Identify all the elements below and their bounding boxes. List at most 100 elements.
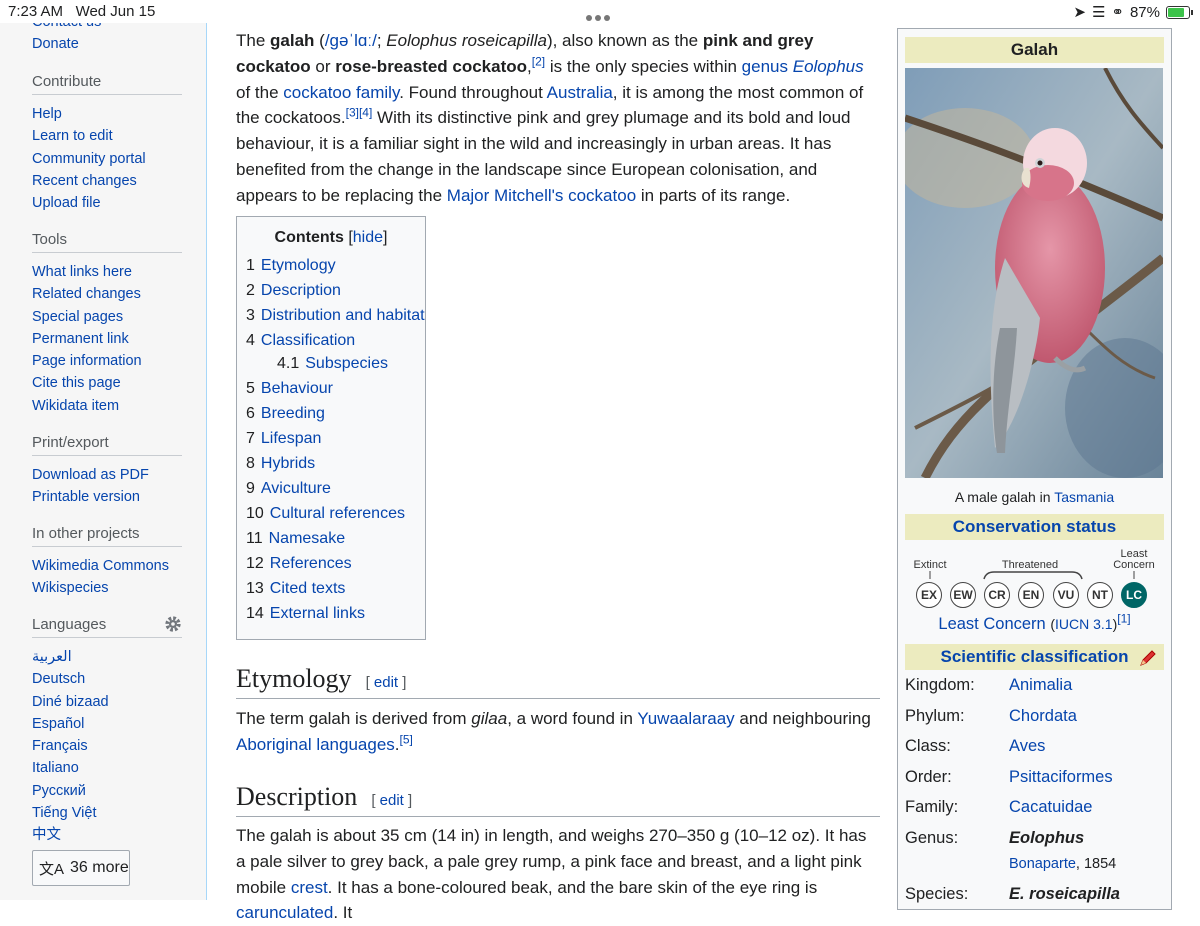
galah-photo[interactable] <box>905 68 1163 478</box>
language-link-8[interactable]: 中文 <box>32 824 206 846</box>
conservation-status-text: Least Concern (IUCN 3.1)[1] <box>938 611 1131 634</box>
language-link-1[interactable]: Deutsch <box>32 668 206 690</box>
cs-cr-badge[interactable]: CR <box>984 582 1010 608</box>
sidebar-item-contribute-1[interactable]: Learn to edit <box>32 125 206 147</box>
conservation-status-heading[interactable]: Conservation status <box>905 514 1164 540</box>
cs-en-badge[interactable]: EN <box>1018 582 1044 608</box>
edit-description-link[interactable]: edit <box>380 792 404 809</box>
toc-item[interactable]: 3 Distribution and habitat <box>246 307 425 325</box>
etymology-paragraph: The term galah is derived from gilaa, a … <box>236 709 871 754</box>
cs-ex-badge[interactable]: EX <box>916 582 942 608</box>
genus-link[interactable]: genus <box>742 57 788 76</box>
sidebar-item-tools-2[interactable]: Special pages <box>32 306 206 328</box>
languages-heading: Languages <box>32 616 182 638</box>
toc-item[interactable]: 12 References <box>246 555 352 573</box>
contribute-heading: Contribute <box>32 73 182 95</box>
infobox-title: Galah <box>905 37 1164 63</box>
sidebar-item-tools-6[interactable]: Wikidata item <box>32 395 206 417</box>
ref-5[interactable]: [5] <box>400 732 413 746</box>
sidebar-item-tools-1[interactable]: Related changes <box>32 283 206 305</box>
status-time: 7:23 AM Wed Jun 15 <box>8 3 156 20</box>
toc-item[interactable]: 14 External links <box>246 605 365 623</box>
language-link-7[interactable]: Tiếng Việt <box>32 802 206 824</box>
toc-item[interactable]: 5 Behaviour <box>246 380 333 398</box>
ref-2[interactable]: [2] <box>532 54 545 68</box>
least-concern-link[interactable]: Least Concern <box>938 615 1045 633</box>
toc-item[interactable]: 1 Etymology <box>246 257 336 275</box>
sidebar-item-tools-4[interactable]: Page information <box>32 350 206 372</box>
language-link-3[interactable]: Español <box>32 713 206 735</box>
aboriginal-languages-link[interactable]: Aboriginal languages <box>236 735 395 754</box>
toc-item[interactable]: 7 Lifespan <box>246 430 321 448</box>
sidebar-item-donate[interactable]: Donate <box>32 33 206 55</box>
sidebar-item-print-0[interactable]: Download as PDF <box>32 464 206 486</box>
toc-item[interactable]: 2 Description <box>246 282 341 300</box>
bonaparte-link[interactable]: Bonaparte <box>1009 856 1076 872</box>
sidebar-item-tools-0[interactable]: What links here <box>32 261 206 283</box>
toc-title: Contents [hide] <box>274 229 388 246</box>
cs-vu-badge[interactable]: VU <box>1053 582 1079 608</box>
sidebar-item-tools-3[interactable]: Permanent link <box>32 328 206 350</box>
cs-nt-badge[interactable]: NT <box>1087 582 1113 608</box>
description-paragraph: The galah is about 35 cm (14 in) in leng… <box>236 826 867 923</box>
sidebar-item-contribute-2[interactable]: Community portal <box>32 148 206 170</box>
toc-item[interactable]: 11 Namesake <box>246 530 345 548</box>
battery-icon <box>1166 5 1193 19</box>
edit-pencil-icon[interactable] <box>1138 648 1158 668</box>
portal-contribute: Contribute Help Learn to edit Community por… <box>0 73 206 214</box>
toc-item[interactable]: 13 Cited texts <box>246 580 345 598</box>
toc-item[interactable]: 4.1 Subspecies <box>277 355 388 373</box>
battery-percent: 87% <box>1129 3 1160 21</box>
toc-item[interactable]: 9 Aviculture <box>246 480 331 498</box>
sidebar-item-contribute-0[interactable]: Help <box>32 103 206 125</box>
sidebar: Contact us Donate Contribute HelpLearn to… <box>0 23 207 900</box>
sidebar-item-projects-0[interactable]: Wikimedia Commons <box>32 555 206 577</box>
language-link-0[interactable]: العربية <box>32 646 206 668</box>
scientific-classification-heading[interactable]: Scientific classification <box>905 644 1164 670</box>
language-link-5[interactable]: Italiano <box>32 757 206 779</box>
carunculated-link[interactable]: carunculated <box>236 903 333 922</box>
multitask-dots-icon[interactable] <box>586 8 613 25</box>
infobox: Galah A male galah in Tasmania Conservat… <box>897 28 1172 910</box>
language-link-4[interactable]: Français <box>32 735 206 757</box>
yuwaalaraay-link[interactable]: Yuwaalaraay <box>637 709 734 728</box>
major-mitchell-link[interactable]: Major Mitchell's cockatoo <box>447 186 636 205</box>
sidebar-item-projects-1[interactable]: Wikispecies <box>32 577 206 599</box>
projects-heading: In other projects <box>32 525 182 547</box>
sidebar-item-print-1[interactable]: Printable version <box>32 486 206 508</box>
tasmania-link[interactable]: Tasmania <box>1054 489 1114 505</box>
portal-tools: Tools What links here Related changes Speci… <box>0 231 206 417</box>
ref-1[interactable]: [1] <box>1117 612 1130 626</box>
translate-icon: 文A <box>39 860 65 878</box>
iucn-link[interactable]: IUCN 3.1 <box>1055 616 1113 632</box>
toc-item[interactable]: 6 Breeding <box>246 405 325 423</box>
cockatoo-family-link[interactable]: cockatoo family <box>283 83 399 102</box>
sidebar-item-contribute-4[interactable]: Upload file <box>32 192 206 214</box>
cs-lc-badge[interactable]: LC <box>1121 582 1147 608</box>
sidebar-item-contribute-3[interactable]: Recent changes <box>32 170 206 192</box>
location-icon: ➤ <box>1073 4 1086 21</box>
edit-etymology-link[interactable]: edit <box>374 674 398 691</box>
language-link-2[interactable]: Diné bizaad <box>32 691 206 713</box>
toc-item[interactable]: 10 Cultural references <box>246 505 405 523</box>
sidebar-item-contact[interactable]: Contact us <box>32 23 206 33</box>
toc-hide-link[interactable]: hide <box>353 229 383 246</box>
portal-projects: In other projects Wikimedia Commons Wikisp… <box>0 525 206 600</box>
print-heading: Print/export <box>32 434 182 456</box>
toc-item[interactable]: 8 Hybrids <box>246 455 315 473</box>
more-languages-button[interactable]: 文A 36 more <box>32 850 130 886</box>
ipa-link[interactable]: /ɡəˈlɑː/ <box>325 31 377 50</box>
cs-ew-badge[interactable]: EW <box>950 582 976 608</box>
australia-link[interactable]: Australia <box>547 83 613 102</box>
conservation-scale-lines <box>929 571 1135 580</box>
sidebar-item-tools-5[interactable]: Cite this page <box>32 372 206 394</box>
language-link-6[interactable]: Русский <box>32 780 206 802</box>
gear-icon[interactable] <box>164 615 182 633</box>
cs-label-least-concern: Least Concern <box>1113 548 1155 571</box>
toc-item[interactable]: 4 Classification <box>246 332 355 350</box>
crest-link[interactable]: crest <box>291 878 328 897</box>
ref-3-4[interactable]: [3][4] <box>346 106 373 120</box>
portal-languages: Languages العربية Deutsch Diné bizaad Españ… <box>0 616 206 847</box>
wifi-icon: ☰ <box>1091 4 1106 21</box>
table-of-contents: Contents [hide] 1 Etymology 2 Description 3 D… <box>236 216 426 640</box>
